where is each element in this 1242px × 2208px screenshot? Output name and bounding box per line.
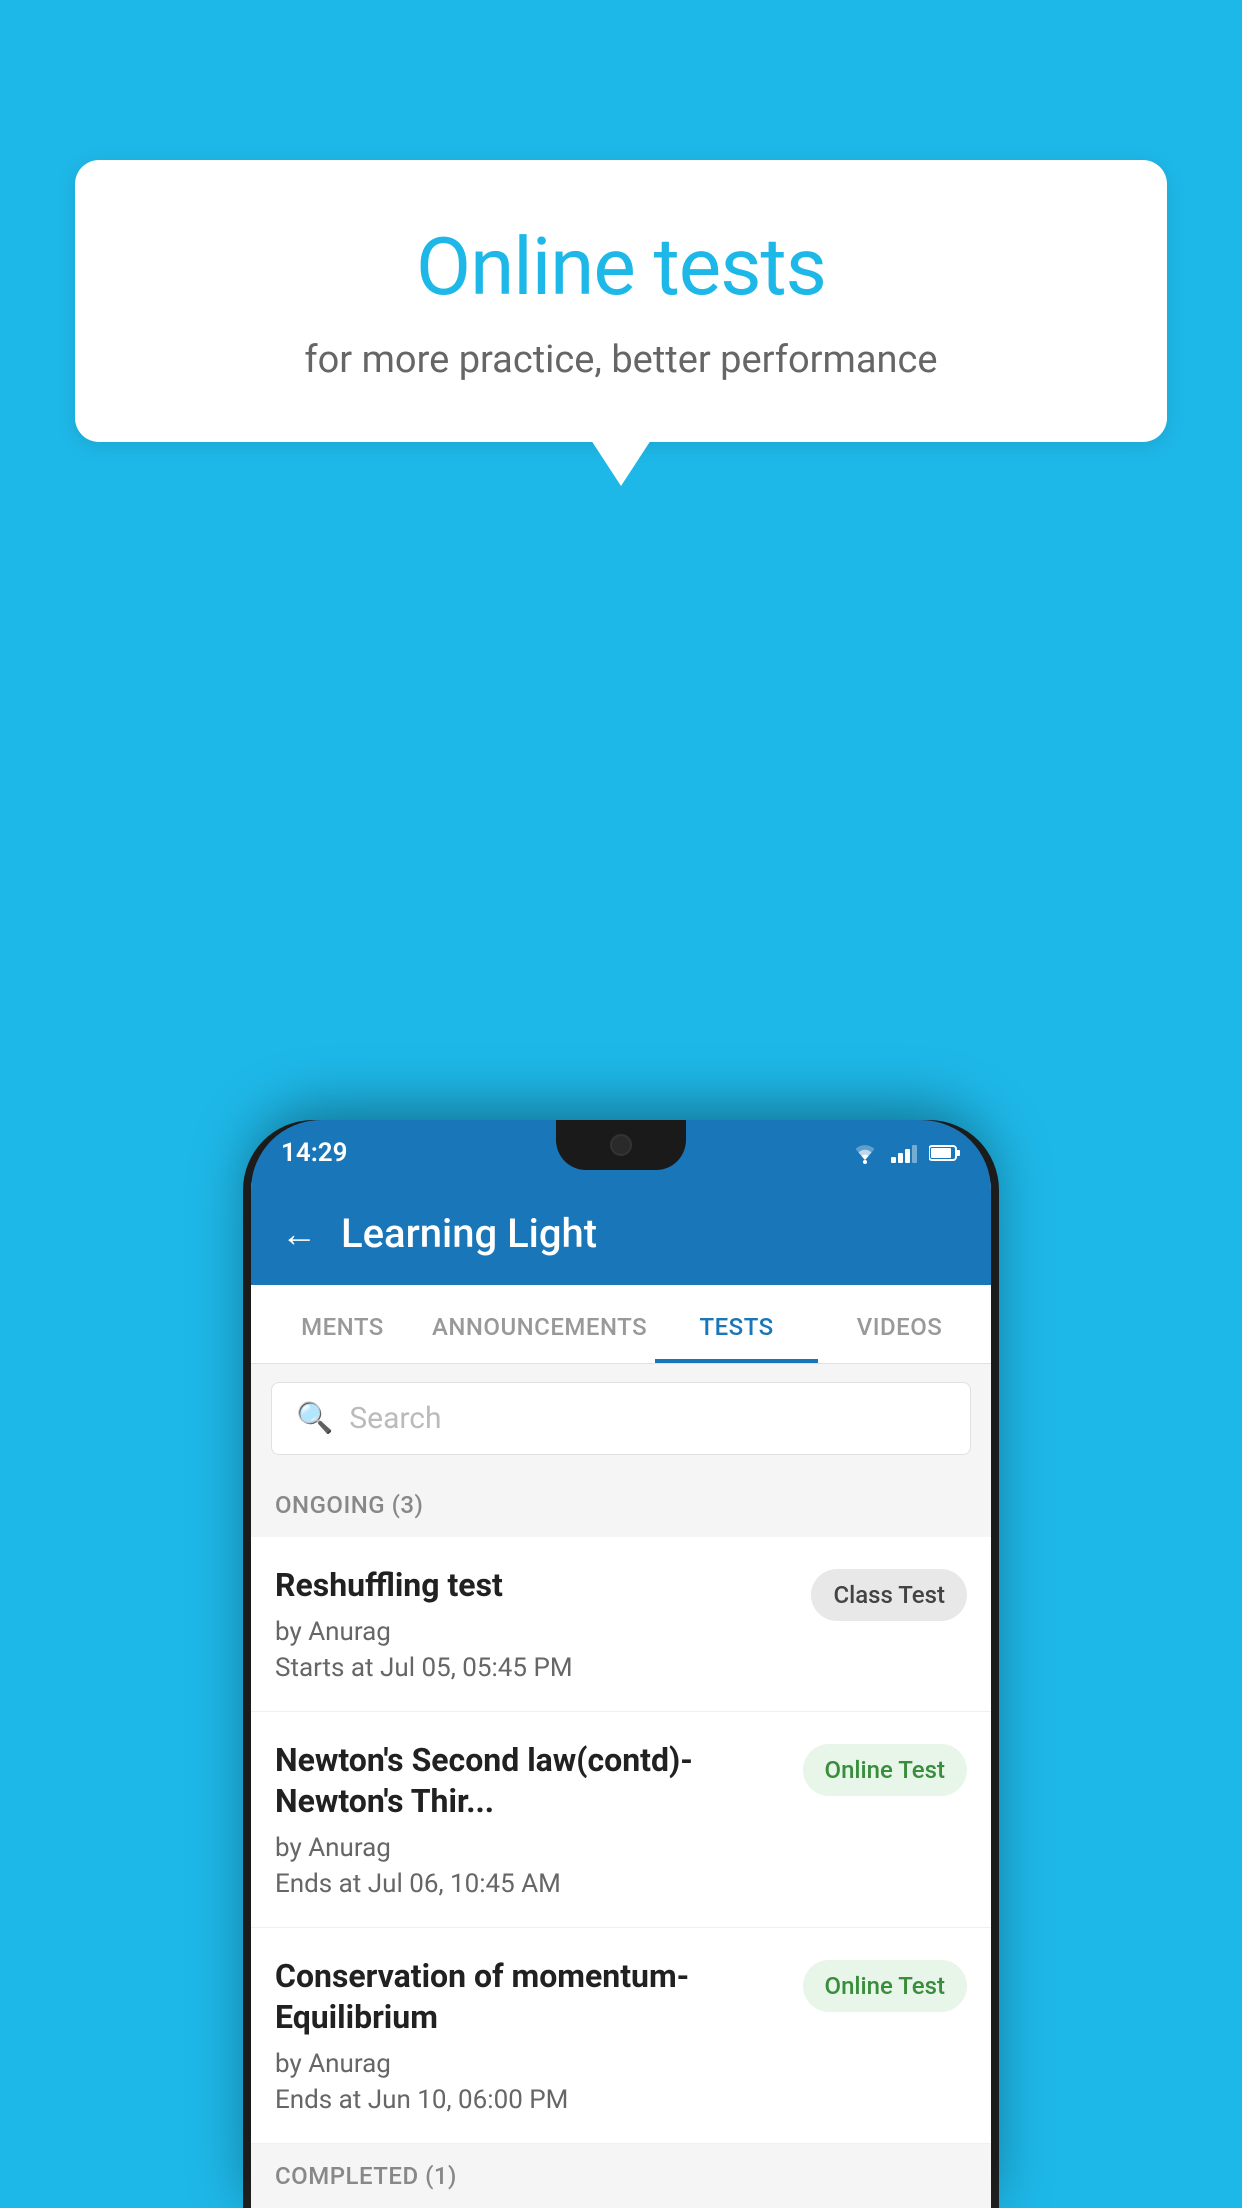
battery-icon xyxy=(929,1144,961,1162)
test-time: Ends at Jun 10, 06:00 PM xyxy=(275,2085,787,2115)
test-by: by Anurag xyxy=(275,1617,795,1647)
test-info: Newton's Second law(contd)-Newton's Thir… xyxy=(275,1740,787,1899)
phone-screen: ← Learning Light MENTS ANNOUNCEMENTS TES… xyxy=(251,1182,991,2208)
phone-container: 14:29 xyxy=(251,1120,991,2208)
test-item[interactable]: Newton's Second law(contd)-Newton's Thir… xyxy=(251,1712,991,1928)
search-bar[interactable]: 🔍 Search xyxy=(271,1382,971,1455)
app-title: Learning Light xyxy=(341,1210,597,1257)
signal-icon xyxy=(891,1143,917,1163)
tabs-container: MENTS ANNOUNCEMENTS TESTS VIDEOS xyxy=(251,1285,991,1364)
test-info: Conservation of momentum-Equilibrium by … xyxy=(275,1956,787,2115)
test-badge-class: Class Test xyxy=(811,1569,967,1621)
wifi-icon xyxy=(851,1142,879,1164)
search-icon: 🔍 xyxy=(296,1401,333,1436)
test-badge-online: Online Test xyxy=(803,1960,967,2012)
status-icons xyxy=(851,1142,961,1164)
tab-ments[interactable]: MENTS xyxy=(261,1285,424,1363)
test-by: by Anurag xyxy=(275,1833,787,1863)
status-time: 14:29 xyxy=(281,1138,348,1168)
test-name: Conservation of momentum-Equilibrium xyxy=(275,1956,787,2039)
ongoing-section-header: ONGOING (3) xyxy=(251,1473,991,1537)
search-container: 🔍 Search xyxy=(251,1364,991,1473)
test-list: Reshuffling test by Anurag Starts at Jul… xyxy=(251,1537,991,2144)
test-time: Starts at Jul 05, 05:45 PM xyxy=(275,1653,795,1683)
test-badge-online: Online Test xyxy=(803,1744,967,1796)
tab-announcements[interactable]: ANNOUNCEMENTS xyxy=(424,1285,655,1363)
speech-bubble-container: Online tests for more practice, better p… xyxy=(75,160,1167,442)
test-by: by Anurag xyxy=(275,2049,787,2079)
test-time: Ends at Jul 06, 10:45 AM xyxy=(275,1869,787,1899)
phone-outer: 14:29 xyxy=(251,1120,991,2208)
app-header: ← Learning Light xyxy=(251,1182,991,1285)
search-placeholder: Search xyxy=(349,1401,441,1436)
test-item[interactable]: Reshuffling test by Anurag Starts at Jul… xyxy=(251,1537,991,1712)
test-info: Reshuffling test by Anurag Starts at Jul… xyxy=(275,1565,795,1683)
phone-notch xyxy=(556,1120,686,1170)
test-name: Reshuffling test xyxy=(275,1565,795,1607)
tab-tests[interactable]: TESTS xyxy=(655,1285,818,1363)
test-item[interactable]: Conservation of momentum-Equilibrium by … xyxy=(251,1928,991,2144)
speech-bubble-title: Online tests xyxy=(155,220,1087,314)
speech-bubble: Online tests for more practice, better p… xyxy=(75,160,1167,442)
speech-bubble-subtitle: for more practice, better performance xyxy=(155,338,1087,382)
test-name: Newton's Second law(contd)-Newton's Thir… xyxy=(275,1740,787,1823)
completed-section-header: COMPLETED (1) xyxy=(251,2144,991,2208)
camera xyxy=(610,1134,632,1156)
tab-videos[interactable]: VIDEOS xyxy=(818,1285,981,1363)
back-button[interactable]: ← xyxy=(281,1213,317,1255)
